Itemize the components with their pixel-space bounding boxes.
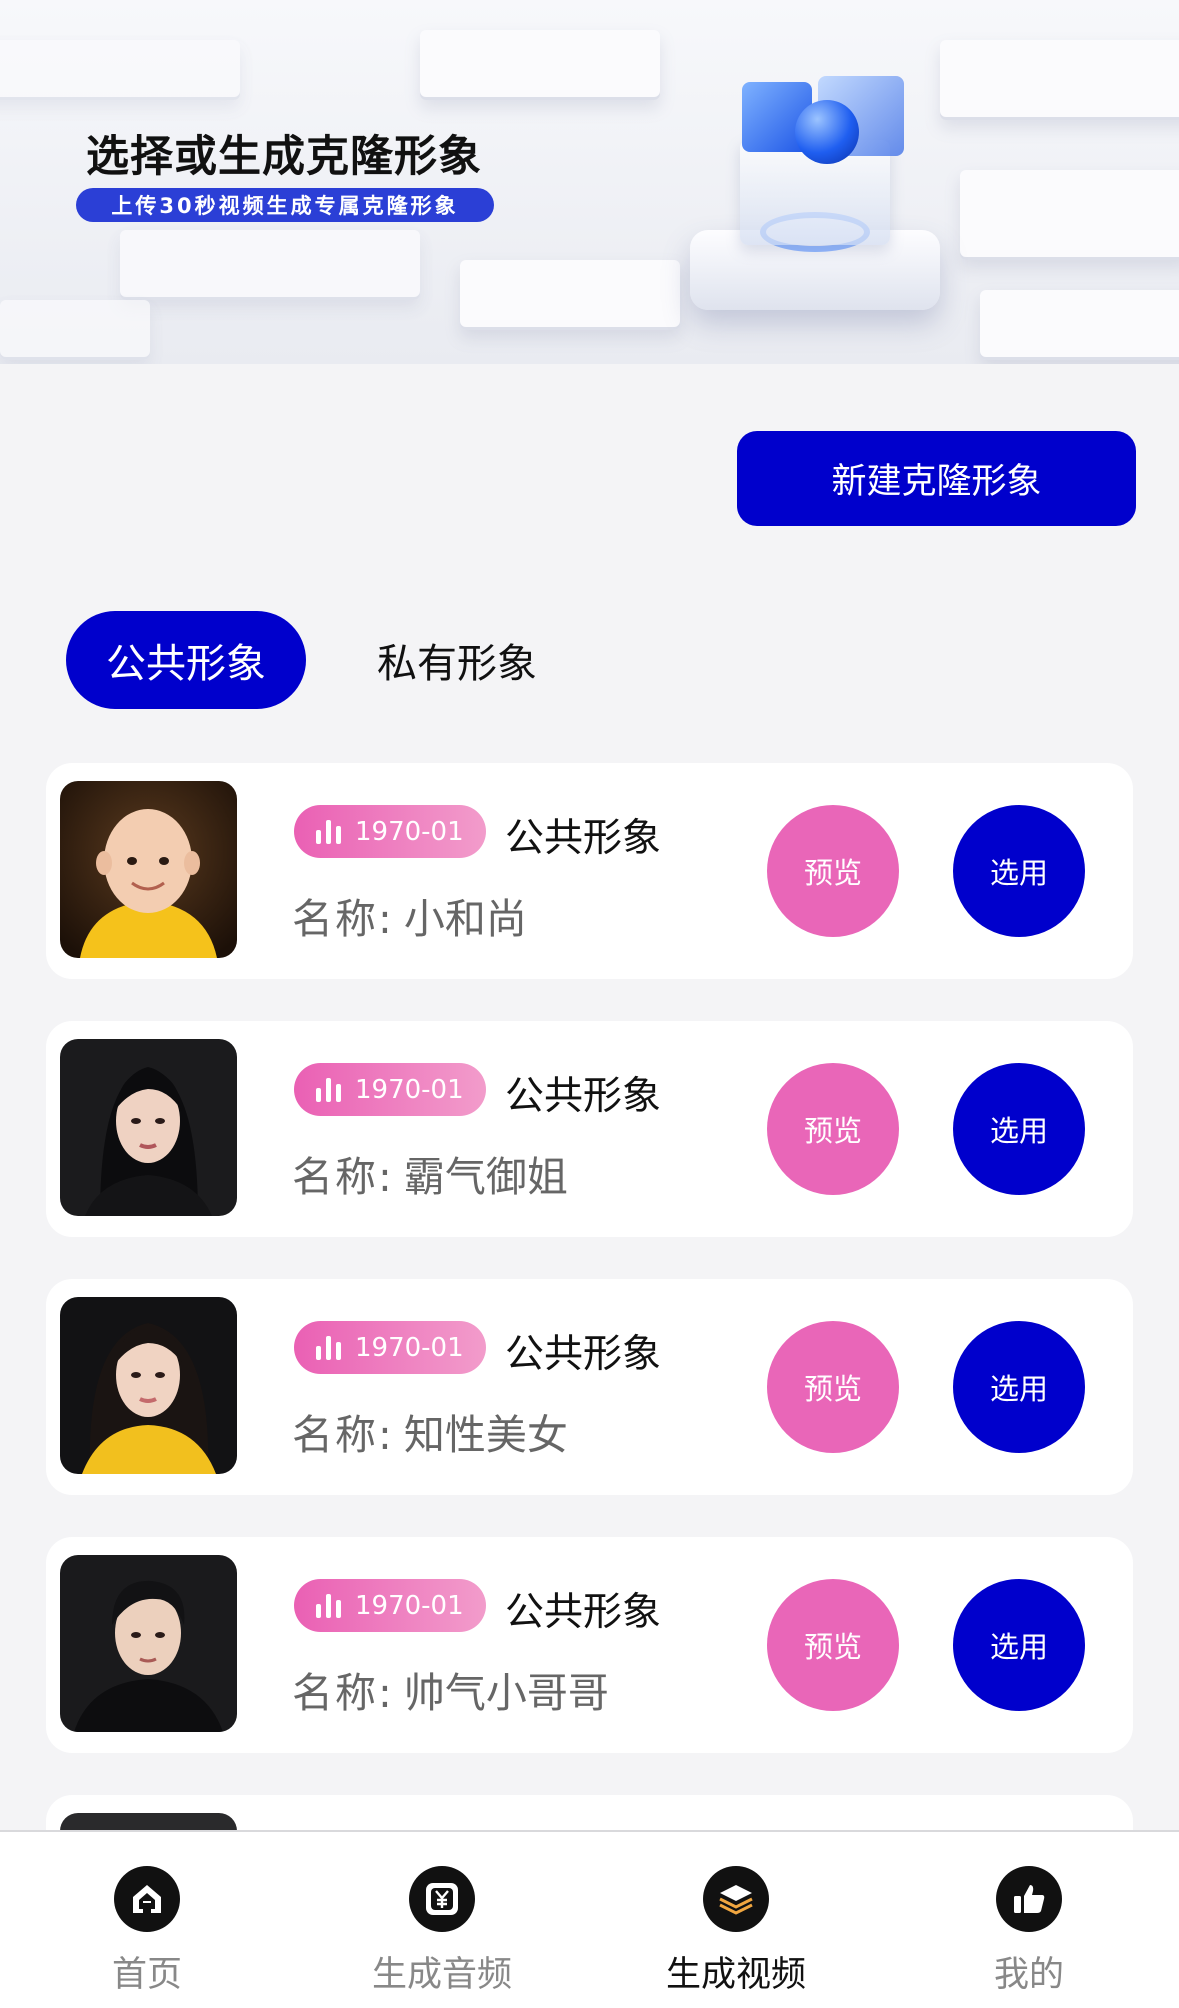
avatar-name-row: 名称: 小和尚 xyxy=(292,885,527,945)
bottom-tab-bar: 首页 生成音频 生成视频 我的 xyxy=(0,1830,1179,2008)
new-clone-button[interactable]: 新建克隆形象 xyxy=(737,431,1136,526)
app-root: 选择或生成克隆形象 上传30秒视频生成专属克隆形象 新建克隆形象 公共形象 私有… xyxy=(0,0,1179,2008)
name-label: 名称: xyxy=(292,1411,394,1459)
banner-tile xyxy=(420,30,660,100)
tab-private[interactable]: 私有形象 xyxy=(352,611,562,709)
date-text: 1970-01 xyxy=(355,816,464,847)
name-label: 名称: xyxy=(292,1669,394,1717)
nav-label: 我的 xyxy=(993,1955,1064,1995)
date-text: 1970-01 xyxy=(355,1590,464,1621)
avatar-name-row: 名称: 知性美女 xyxy=(292,1401,568,1461)
nav-video[interactable]: 生成视频 xyxy=(636,1866,836,1997)
name-label: 名称: xyxy=(292,895,394,943)
yuan-square-icon xyxy=(409,1866,475,1932)
nav-label: 生成视频 xyxy=(665,1955,806,1995)
avatar-name: 小和尚 xyxy=(403,895,527,943)
use-button[interactable]: 选用 xyxy=(953,805,1085,937)
preview-button[interactable]: 预览 xyxy=(767,1063,899,1195)
avatar-card: 1970-01 公共形象 名称: 帅气小哥哥 预览 选用 xyxy=(46,1537,1133,1753)
avatar-type: 公共形象 xyxy=(505,1074,662,1119)
date-badge: 1970-01 xyxy=(294,1321,486,1374)
avatar-image xyxy=(60,1297,237,1474)
hero-banner: 选择或生成克隆形象 上传30秒视频生成专属克隆形象 xyxy=(0,0,1179,364)
avatar-card: 1970-01 公共形象 名称: 小和尚 预览 选用 xyxy=(46,763,1133,979)
banner-tile xyxy=(980,290,1179,360)
name-label: 名称: xyxy=(292,1153,394,1201)
banner-tile xyxy=(0,40,240,100)
banner-tile xyxy=(460,260,680,330)
nav-label: 生成音频 xyxy=(371,1955,512,1995)
avatar-name-row: 名称: 帅气小哥哥 xyxy=(292,1659,609,1719)
banner-tile xyxy=(120,230,420,300)
date-text: 1970-01 xyxy=(355,1332,464,1363)
thumbs-up-icon xyxy=(996,1866,1062,1932)
avatar-image xyxy=(60,781,237,958)
nav-home[interactable]: 首页 xyxy=(47,1866,247,1997)
avatar-name: 霸气御姐 xyxy=(403,1153,568,1201)
banner-title: 选择或生成克隆形象 xyxy=(86,132,482,182)
nav-mine[interactable]: 我的 xyxy=(929,1866,1129,1997)
avatar-name: 知性美女 xyxy=(403,1411,568,1459)
bar-chart-icon xyxy=(316,1335,341,1360)
avatar-name-row: 名称: 霸气御姐 xyxy=(292,1143,568,1203)
avatar-type: 公共形象 xyxy=(505,816,662,861)
bar-chart-icon xyxy=(316,1077,341,1102)
banner-tile xyxy=(0,300,150,360)
nav-audio[interactable]: 生成音频 xyxy=(342,1866,542,1997)
bar-chart-icon xyxy=(316,1593,341,1618)
preview-button[interactable]: 预览 xyxy=(767,805,899,937)
nav-label: 首页 xyxy=(111,1955,182,1995)
date-badge: 1970-01 xyxy=(294,805,486,858)
home-icon xyxy=(114,1866,180,1932)
preview-button[interactable]: 预览 xyxy=(767,1579,899,1711)
avatar-image xyxy=(60,1039,237,1216)
use-button[interactable]: 选用 xyxy=(953,1321,1085,1453)
banner-tile xyxy=(940,40,1179,120)
bar-chart-icon xyxy=(316,819,341,844)
preview-button[interactable]: 预览 xyxy=(767,1321,899,1453)
date-text: 1970-01 xyxy=(355,1074,464,1105)
avatar-name: 帅气小哥哥 xyxy=(403,1669,609,1717)
avatar-type: 公共形象 xyxy=(505,1590,662,1635)
banner-tile xyxy=(960,170,1179,260)
banner-sphere xyxy=(795,100,859,164)
banner-subtitle: 上传30秒视频生成专属克隆形象 xyxy=(76,188,494,222)
avatar-card: 1970-01 公共形象 名称: 知性美女 预览 选用 xyxy=(46,1279,1133,1495)
date-badge: 1970-01 xyxy=(294,1579,486,1632)
use-button[interactable]: 选用 xyxy=(953,1579,1085,1711)
date-badge: 1970-01 xyxy=(294,1063,486,1116)
avatar-card: 1970-01 公共形象 名称: 霸气御姐 预览 选用 xyxy=(46,1021,1133,1237)
tab-public[interactable]: 公共形象 xyxy=(66,611,306,709)
avatar-type: 公共形象 xyxy=(505,1332,662,1377)
avatar-image xyxy=(60,1555,237,1732)
use-button[interactable]: 选用 xyxy=(953,1063,1085,1195)
layers-icon xyxy=(703,1866,769,1932)
